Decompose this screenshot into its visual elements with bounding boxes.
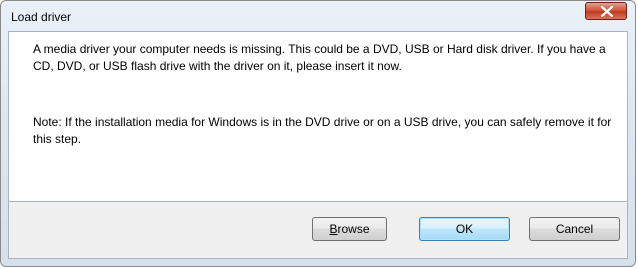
missing-driver-message: A media driver your computer needs is mi…: [33, 42, 606, 73]
close-icon: [601, 6, 613, 17]
button-bar: Browse OK Cancel: [8, 202, 628, 259]
removal-note-message: Note: If the installation media for Wind…: [33, 115, 612, 146]
cancel-button[interactable]: Cancel: [529, 217, 620, 241]
close-button[interactable]: [585, 2, 627, 20]
browse-button[interactable]: Browse: [312, 217, 387, 241]
load-driver-dialog: Load driver A media driver your computer…: [0, 0, 636, 267]
browse-mnemonic: B: [329, 222, 338, 236]
title-bar[interactable]: Load driver: [1, 1, 635, 31]
ok-button[interactable]: OK: [419, 217, 510, 241]
dialog-title: Load driver: [11, 10, 72, 24]
browse-label: rowse: [337, 222, 370, 236]
message-panel: A media driver your computer needs is mi…: [8, 31, 628, 202]
